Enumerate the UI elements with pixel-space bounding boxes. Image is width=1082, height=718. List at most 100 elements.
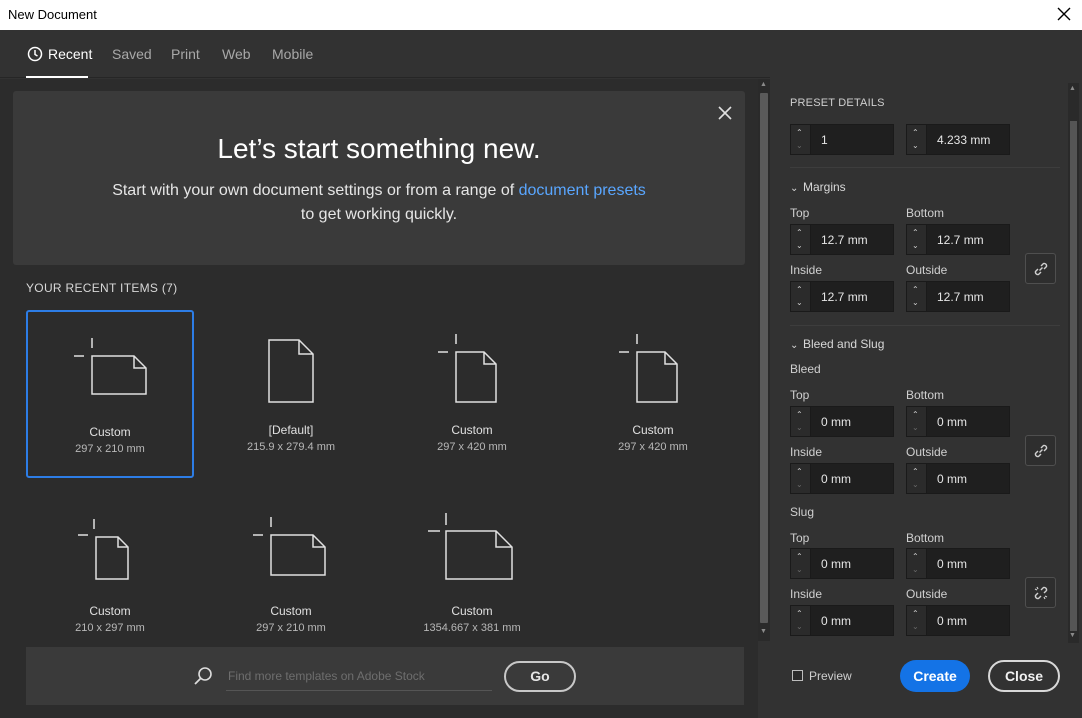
close-banner-icon[interactable]	[715, 103, 735, 123]
slug-bottom-stepper[interactable]: ⌃ ⌄ 0 mm	[906, 548, 1010, 579]
bleed-bottom-stepper[interactable]: ⌃ ⌄ 0 mm	[906, 406, 1010, 437]
chevron-down-icon[interactable]: ⌄	[912, 566, 919, 574]
recent-item[interactable]: [Default] 215.9 x 279.4 mm	[207, 310, 375, 478]
recent-item[interactable]: Custom 297 x 210 mm	[207, 491, 375, 659]
tab-web[interactable]: Web	[222, 46, 251, 62]
document-presets-link[interactable]: document presets	[519, 182, 646, 199]
bleed-slug-label: Bleed and Slug	[803, 337, 885, 351]
stepper-arrows[interactable]: ⌃ ⌄	[791, 606, 811, 635]
stock-search-input[interactable]	[226, 661, 492, 691]
checkbox-icon[interactable]	[792, 670, 803, 681]
window-close-icon[interactable]	[1056, 4, 1072, 24]
margin-bottom-stepper[interactable]: ⌃ ⌄ 12.7 mm	[906, 224, 1010, 255]
bleed-outside-stepper[interactable]: ⌃ ⌄ 0 mm	[906, 463, 1010, 494]
slug-top-stepper[interactable]: ⌃ ⌄ 0 mm	[790, 548, 894, 579]
margins-section-toggle[interactable]: ⌄ Margins	[790, 180, 846, 194]
preview-label: Preview	[809, 669, 852, 683]
preset-tabs: Recent Saved Print Web Mobile	[0, 30, 770, 78]
chevron-down-icon[interactable]: ⌄	[796, 242, 803, 250]
preview-checkbox[interactable]: Preview	[792, 669, 852, 683]
recent-item[interactable]: Custom 297 x 210 mm	[26, 310, 194, 478]
link-bleed-button[interactable]	[1025, 435, 1056, 466]
tab-print[interactable]: Print	[171, 46, 200, 62]
chevron-down-icon[interactable]: ⌄	[796, 299, 803, 307]
stepper-arrows[interactable]: ⌃ ⌄	[791, 407, 811, 436]
scroll-down-icon[interactable]: ▼	[1069, 632, 1076, 639]
bleed-slug-section-toggle[interactable]: ⌄ Bleed and Slug	[790, 337, 884, 351]
close-button[interactable]: Close	[988, 660, 1060, 692]
chevron-up-icon[interactable]: ⌃	[796, 411, 803, 419]
stepper-arrows[interactable]: ⌃ ⌄	[907, 464, 927, 493]
stepper-arrows[interactable]: ⌃ ⌄	[907, 407, 927, 436]
stepper-arrows[interactable]: ⌃ ⌄	[907, 282, 927, 311]
chevron-up-icon[interactable]: ⌃	[912, 411, 919, 419]
chevron-up-icon[interactable]: ⌃	[796, 229, 803, 237]
recent-item[interactable]: Custom 210 x 297 mm	[26, 491, 194, 659]
chevron-up-icon[interactable]: ⌃	[912, 129, 919, 137]
chevron-down-icon[interactable]: ⌄	[796, 481, 803, 489]
chevron-up-icon[interactable]: ⌃	[912, 286, 919, 294]
bleed-label: Bleed	[790, 362, 821, 376]
chevron-down-icon[interactable]: ⌄	[796, 623, 803, 631]
stepper-arrows[interactable]: ⌃ ⌄	[907, 125, 927, 154]
stepper-arrows[interactable]: ⌃ ⌄	[907, 606, 927, 635]
recent-scrollbar-thumb[interactable]	[760, 93, 768, 623]
go-button[interactable]: Go	[504, 661, 576, 692]
chevron-up-icon[interactable]: ⌃	[796, 286, 803, 294]
bleed-inside-stepper[interactable]: ⌃ ⌄ 0 mm	[790, 463, 894, 494]
stepper-arrows[interactable]: ⌃ ⌄	[791, 282, 811, 311]
preset-scrollbar[interactable]: ▲ ▼	[1068, 83, 1079, 643]
bleed-inside-value: 0 mm	[821, 472, 851, 486]
recent-item[interactable]: Custom 1354.667 x 381 mm	[388, 491, 556, 659]
stepper-arrows[interactable]: ⌃ ⌄	[907, 225, 927, 254]
chevron-up-icon[interactable]: ⌃	[912, 610, 919, 618]
preset-scrollbar-thumb[interactable]	[1070, 121, 1077, 631]
chevron-down-icon[interactable]: ⌄	[912, 142, 919, 150]
tab-saved[interactable]: Saved	[112, 46, 152, 62]
chevron-down-icon[interactable]: ⌄	[912, 242, 919, 250]
chevron-down-icon[interactable]: ⌄	[796, 424, 803, 432]
scroll-down-icon[interactable]: ▼	[760, 628, 767, 635]
recent-scrollbar[interactable]: ▲ ▼	[758, 79, 770, 641]
gutter-stepper[interactable]: ⌃ ⌄ 4.233 mm	[906, 124, 1010, 155]
chevron-up-icon[interactable]: ⌃	[912, 229, 919, 237]
chevron-up-icon[interactable]: ⌃	[796, 553, 803, 561]
chevron-down-icon[interactable]: ⌄	[912, 623, 919, 631]
link-margins-button[interactable]	[1025, 253, 1056, 284]
chevron-down-icon[interactable]: ⌄	[912, 299, 919, 307]
scroll-up-icon[interactable]: ▲	[760, 81, 767, 88]
chevron-up-icon[interactable]: ⌃	[912, 468, 919, 476]
columns-stepper[interactable]: ⌃ ⌄ 1	[790, 124, 894, 155]
tab-mobile[interactable]: Mobile	[272, 46, 313, 62]
chevron-down-icon[interactable]: ⌄	[912, 481, 919, 489]
bleed-top-stepper[interactable]: ⌃ ⌄ 0 mm	[790, 406, 894, 437]
recent-item[interactable]: Custom 297 x 420 mm	[388, 310, 556, 478]
stepper-arrows[interactable]: ⌃ ⌄	[907, 549, 927, 578]
tab-recent[interactable]: Recent	[27, 46, 92, 62]
chevron-down-icon: ⌄	[790, 340, 799, 351]
chevron-down-icon[interactable]: ⌄	[796, 142, 803, 150]
clock-icon	[27, 46, 43, 62]
bleed-inside-label: Inside	[790, 445, 823, 459]
margin-top-stepper[interactable]: ⌃ ⌄ 12.7 mm	[790, 224, 894, 255]
stepper-arrows[interactable]: ⌃ ⌄	[791, 225, 811, 254]
stepper-arrows[interactable]: ⌃ ⌄	[791, 125, 811, 154]
slug-inside-stepper[interactable]: ⌃ ⌄ 0 mm	[790, 605, 894, 636]
slug-bottom-label: Bottom	[906, 531, 945, 545]
slug-outside-stepper[interactable]: ⌃ ⌄ 0 mm	[906, 605, 1010, 636]
chevron-up-icon[interactable]: ⌃	[796, 129, 803, 137]
margin-outside-stepper[interactable]: ⌃ ⌄ 12.7 mm	[906, 281, 1010, 312]
stepper-arrows[interactable]: ⌃ ⌄	[791, 549, 811, 578]
chevron-down-icon[interactable]: ⌄	[796, 566, 803, 574]
chevron-up-icon[interactable]: ⌃	[796, 468, 803, 476]
chevron-up-icon[interactable]: ⌃	[912, 553, 919, 561]
unlink-slug-button[interactable]	[1025, 577, 1056, 608]
chevron-down-icon[interactable]: ⌄	[912, 424, 919, 432]
create-button[interactable]: Create	[900, 660, 970, 692]
scroll-up-icon[interactable]: ▲	[1069, 85, 1076, 92]
stepper-arrows[interactable]: ⌃ ⌄	[791, 464, 811, 493]
margin-inside-stepper[interactable]: ⌃ ⌄ 12.7 mm	[790, 281, 894, 312]
recent-item[interactable]: Custom 297 x 420 mm	[569, 310, 737, 478]
chevron-up-icon[interactable]: ⌃	[796, 610, 803, 618]
recent-item-size: 297 x 420 mm	[437, 441, 507, 453]
